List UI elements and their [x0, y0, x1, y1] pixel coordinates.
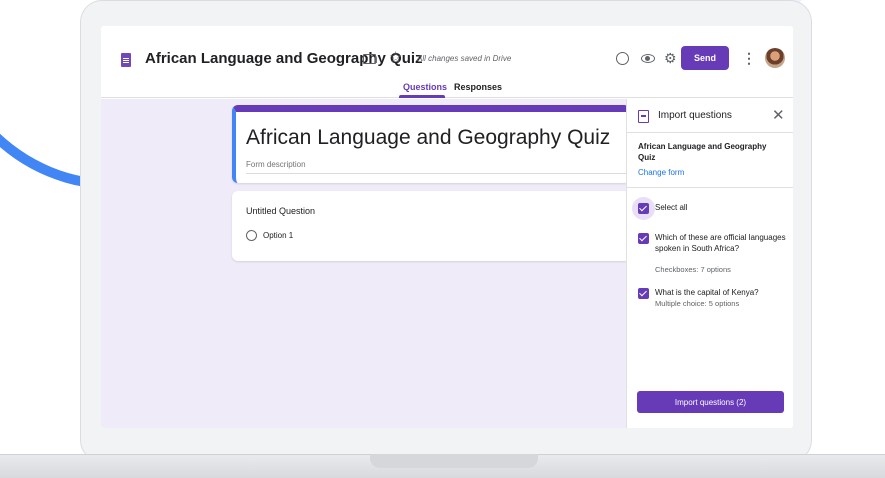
change-form-link[interactable]: Change form	[638, 168, 684, 177]
more-vert-icon[interactable]: ⋮	[742, 50, 756, 67]
import-questions-panel: Import questions ✕ African Language and …	[626, 99, 793, 428]
tab-bar: Questions Responses	[101, 80, 793, 98]
save-status: All changes saved in Drive	[417, 54, 512, 63]
import-icon	[638, 110, 649, 123]
gear-icon[interactable]: ⚙	[664, 50, 677, 67]
palette-icon[interactable]	[616, 52, 629, 65]
form-title-card[interactable]: African Language and Geography Quiz Form…	[232, 105, 630, 183]
laptop-notch	[370, 454, 538, 468]
option-label[interactable]: Option 1	[263, 231, 293, 240]
divider	[246, 173, 630, 174]
question-item-text[interactable]: Which of these are official languages sp…	[655, 232, 787, 254]
question-checkbox[interactable]	[638, 288, 649, 299]
send-button[interactable]: Send	[681, 46, 729, 70]
divider	[627, 132, 793, 133]
eye-icon[interactable]	[641, 54, 655, 63]
question-item-subtitle: Checkboxes: 7 options	[655, 265, 731, 274]
forms-doc-icon[interactable]	[121, 53, 131, 67]
star-icon[interactable]: ☆	[389, 48, 402, 66]
form-canvas: African Language and Geography Quiz Form…	[101, 99, 630, 428]
select-all-label[interactable]: Select all	[655, 203, 687, 212]
form-heading[interactable]: African Language and Geography Quiz	[246, 126, 610, 150]
question-item-text[interactable]: What is the capital of Kenya?	[655, 287, 787, 298]
question-card[interactable]: Untitled Question Option 1	[232, 191, 630, 261]
avatar[interactable]	[765, 48, 785, 68]
question-title[interactable]: Untitled Question	[246, 206, 315, 216]
folder-icon[interactable]	[363, 54, 376, 64]
source-form-name: African Language and Geography Quiz	[638, 142, 767, 162]
header: African Language and Geography Quiz ☆ Al…	[101, 26, 793, 98]
import-questions-button[interactable]: Import questions (2)	[637, 391, 784, 413]
tab-questions[interactable]: Questions	[403, 82, 447, 92]
form-description-field[interactable]: Form description	[246, 160, 306, 169]
stage: African Language and Geography Quiz ☆ Al…	[0, 0, 885, 478]
active-tab-indicator	[399, 95, 445, 98]
close-icon[interactable]: ✕	[772, 106, 785, 124]
tab-responses[interactable]: Responses	[454, 82, 502, 92]
form-title[interactable]: African Language and Geography Quiz	[145, 50, 423, 67]
divider	[627, 187, 793, 188]
app-window: African Language and Geography Quiz ☆ Al…	[101, 26, 793, 428]
question-checkbox[interactable]	[638, 233, 649, 244]
select-all-checkbox[interactable]	[638, 203, 649, 214]
question-item-subtitle: Multiple choice: 5 options	[655, 299, 740, 308]
panel-title: Import questions	[658, 110, 732, 121]
radio-circle-icon[interactable]	[246, 230, 257, 241]
